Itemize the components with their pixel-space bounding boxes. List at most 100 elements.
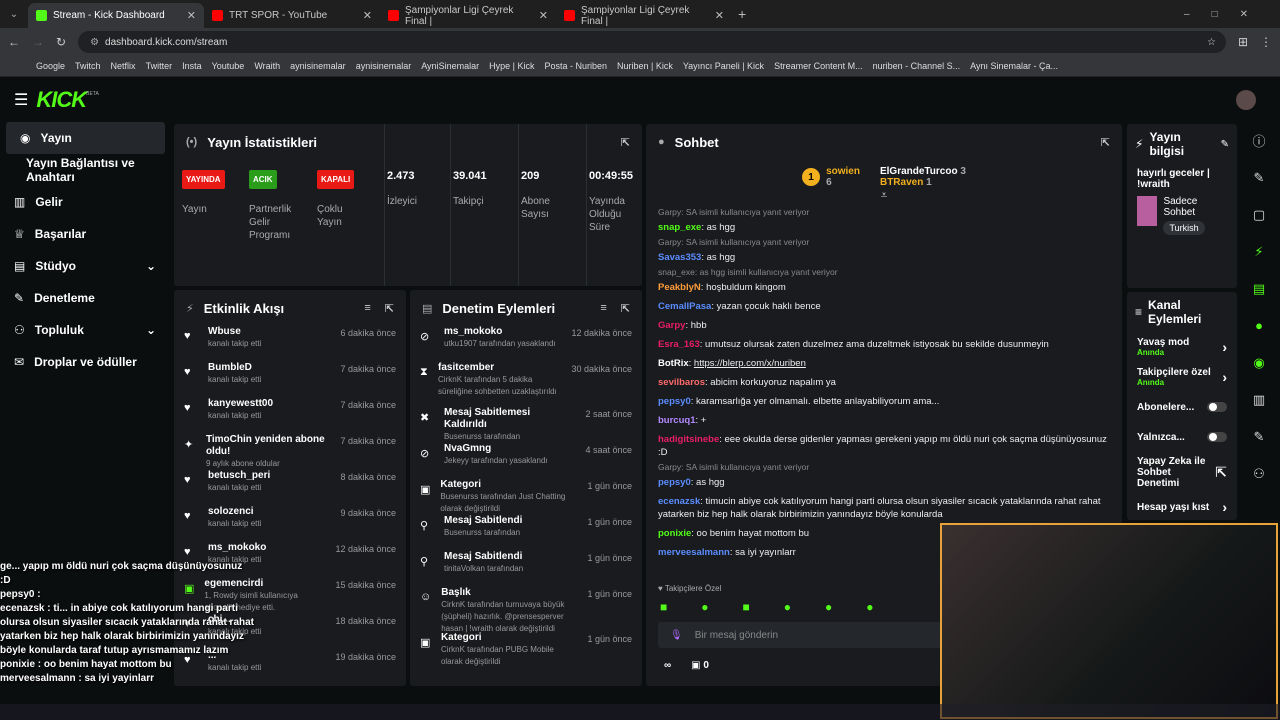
sidebar-item-topluluk[interactable]: ⚇ Topluluk ⌄: [0, 314, 170, 346]
channel-action[interactable]: Yapay Zeka ile Sohbet Denetimi ⇱: [1127, 452, 1237, 492]
chat-input[interactable]: 🎙 Bir mesaj gönderin: [658, 622, 948, 648]
edit-icon[interactable]: ✎: [1238, 159, 1280, 196]
gift-icon[interactable]: ▣ 0: [691, 660, 709, 671]
activity-time: 19 dakika önce: [335, 652, 396, 662]
menu-icon[interactable]: ⋮: [1260, 35, 1272, 49]
kick-logo[interactable]: KICK: [36, 87, 87, 113]
close-tab-icon[interactable]: ✕: [363, 9, 372, 22]
chat-filter-icon[interactable]: ⩡: [646, 188, 1122, 203]
user-avatar[interactable]: [1236, 89, 1256, 110]
bookmark-item[interactable]: Twitter: [146, 61, 173, 71]
url-bar[interactable]: ⚙ dashboard.kick.com/stream ☆: [78, 31, 1226, 53]
window-controls[interactable]: –□✕: [1184, 9, 1270, 20]
emote-icon[interactable]: ■: [660, 600, 667, 614]
sidebar-item-denetleme[interactable]: ✎ Denetleme: [0, 282, 170, 314]
close-tab-icon[interactable]: ✕: [539, 9, 548, 22]
extensions-icon[interactable]: ⊞: [1238, 35, 1248, 49]
channel-action[interactable]: Yavaş mod Anında ›: [1127, 332, 1237, 362]
overlay-line: olursa olsun siyasiler sıcacık yatakları…: [0, 617, 255, 628]
popout-icon[interactable]: ⇱: [1101, 136, 1110, 149]
studio-icon[interactable]: ▥: [1238, 381, 1280, 418]
popout-icon[interactable]: ⇱: [385, 302, 394, 315]
bookmark-item[interactable]: Posta - Nuriben: [544, 61, 607, 71]
bookmark-item[interactable]: Netflix: [111, 61, 136, 71]
channel-action[interactable]: Abonelere...: [1127, 392, 1237, 422]
bookmark-item[interactable]: Wraith: [254, 61, 280, 71]
close-tab-icon[interactable]: ✕: [187, 9, 196, 22]
chat-username[interactable]: Esra_163: [658, 339, 700, 350]
site-info-icon[interactable]: ⚙: [90, 37, 99, 48]
sidebar-item-studyo[interactable]: ▤ Stüdyo ⌄: [0, 250, 170, 282]
close-tab-icon[interactable]: ✕: [715, 9, 724, 22]
broadcast-icon[interactable]: ◉: [1238, 344, 1280, 381]
bookmark-item[interactable]: nuriben - Channel S...: [873, 61, 961, 71]
browser-tab-2[interactable]: TRT SPOR - YouTube ✕: [204, 3, 380, 28]
emote-icon[interactable]: ■: [743, 600, 750, 614]
popout-icon[interactable]: ⇱: [621, 302, 630, 315]
chat-username[interactable]: CemalIPasa: [658, 301, 711, 312]
forward-icon[interactable]: →: [32, 35, 44, 49]
channel-action[interactable]: Yalnızca...: [1127, 422, 1237, 452]
sidebar-item-yayin[interactable]: ◉ Yayın: [6, 122, 165, 154]
chat-username[interactable]: merveesalmann: [658, 547, 730, 558]
chat-username[interactable]: hadigitsinebe: [658, 434, 719, 445]
chat-username[interactable]: PeakblyN: [658, 282, 701, 293]
hamburger-menu-icon[interactable]: ☰: [14, 90, 28, 110]
browser-tab-4[interactable]: Şampiyonlar Ligi Çeyrek Final | ✕: [556, 3, 732, 28]
reload-icon[interactable]: ↻: [56, 35, 66, 49]
bookmark-item[interactable]: Hype | Kick: [489, 61, 534, 71]
toggle-switch[interactable]: [1207, 402, 1227, 412]
bookmark-item[interactable]: Nuriben | Kick: [617, 61, 673, 71]
emote-icon[interactable]: ●: [784, 600, 791, 614]
sidebar-item-gelir[interactable]: ▥ Gelir: [0, 186, 170, 218]
bookmark-item[interactable]: Insta: [182, 61, 202, 71]
bookmark-item[interactable]: Aynı Sinemalar - Ça...: [970, 61, 1058, 71]
bookmark-item[interactable]: Twitch: [75, 61, 101, 71]
document-icon[interactable]: ▤: [1238, 270, 1280, 307]
chat-username[interactable]: pepsy0: [658, 396, 691, 407]
emote-icon[interactable]: ●: [866, 600, 873, 614]
bookmark-item[interactable]: Yayıncı Paneli | Kick: [683, 61, 764, 71]
infinity-icon[interactable]: ∞: [664, 660, 671, 671]
bookmark-item[interactable]: Streamer Content M...: [774, 61, 863, 71]
emote-icon[interactable]: ●: [825, 600, 832, 614]
chat-username[interactable]: burcuq1: [658, 415, 695, 426]
channel-action[interactable]: Takipçilere özel Anında ›: [1127, 362, 1237, 392]
browser-tab-3[interactable]: Şampiyonlar Ligi Çeyrek Final | ✕: [380, 3, 556, 28]
sidebar-item-basarilar[interactable]: ♕ Başarılar: [0, 218, 170, 250]
back-icon[interactable]: ←: [8, 35, 20, 49]
chat-username[interactable]: Savas353: [658, 252, 701, 263]
bookmark-star-icon[interactable]: ☆: [1207, 37, 1216, 48]
filter-icon[interactable]: ≡: [600, 302, 606, 315]
chat-username[interactable]: snap_exe: [658, 222, 701, 233]
chat-bubble-icon[interactable]: ●: [1238, 307, 1280, 344]
new-tab-icon[interactable]: +: [738, 6, 746, 22]
chat-username[interactable]: sevilbaros: [658, 377, 705, 388]
bookmark-item[interactable]: Google: [36, 61, 65, 71]
screen-icon[interactable]: ▢: [1238, 196, 1280, 233]
chat-username[interactable]: ponixie: [658, 528, 691, 539]
channel-action[interactable]: Hesap yaşı kıst ›: [1127, 492, 1237, 520]
chat-username[interactable]: Garpy: [658, 320, 685, 331]
mic-icon[interactable]: 🎙: [670, 630, 683, 641]
wrench-icon[interactable]: ✎: [1238, 418, 1280, 455]
bookmark-item[interactable]: aynisinemalar: [356, 61, 412, 71]
chat-username[interactable]: pepsy0: [658, 477, 691, 488]
bookmark-item[interactable]: AyniSinemalar: [421, 61, 479, 71]
sidebar-item-stream-key[interactable]: Yayın Bağlantısı ve Anahtarı: [0, 154, 170, 186]
chat-username[interactable]: ecenazsk: [658, 496, 700, 507]
community-icon[interactable]: ⚇: [1238, 455, 1280, 492]
info-icon[interactable]: ⓘ: [1238, 122, 1280, 159]
lightning-icon[interactable]: ⚡: [1238, 233, 1280, 270]
browser-tab-1[interactable]: Stream - Kick Dashboard ✕: [28, 3, 204, 28]
language-tag[interactable]: Turkish: [1163, 221, 1205, 235]
tab-search-icon[interactable]: ⌄: [0, 9, 28, 20]
filter-icon[interactable]: ≡: [364, 302, 370, 315]
bookmark-item[interactable]: aynisinemalar: [290, 61, 346, 71]
sidebar-item-droplar[interactable]: ✉ Droplar ve ödüller: [0, 346, 170, 378]
emote-icon[interactable]: ●: [701, 600, 708, 614]
toggle-switch[interactable]: [1207, 432, 1227, 442]
bookmark-item[interactable]: Youtube: [212, 61, 245, 71]
chat-username[interactable]: BotRix: [658, 358, 689, 369]
edit-icon[interactable]: ✎: [1221, 139, 1229, 150]
